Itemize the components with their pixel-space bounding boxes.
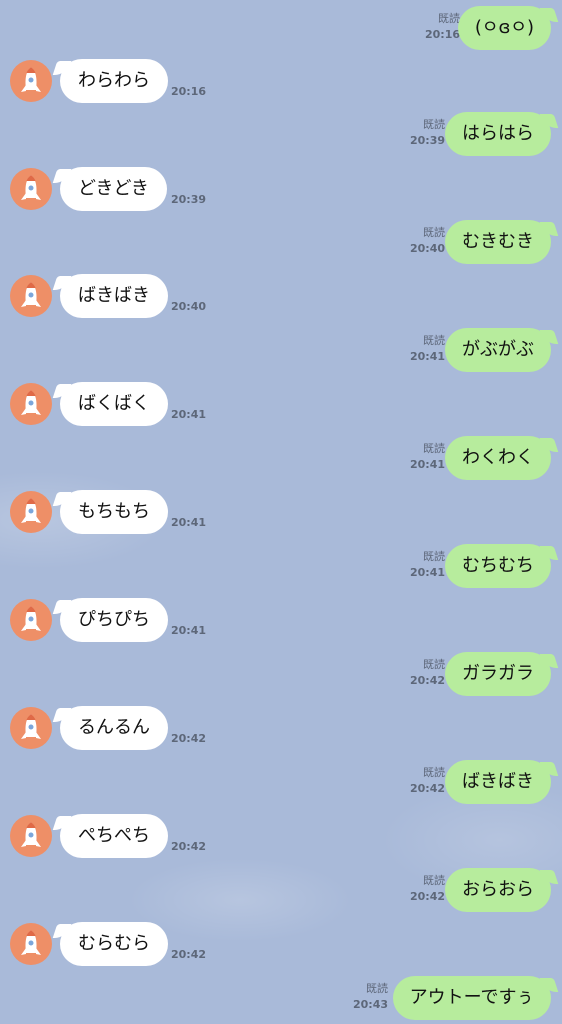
message-time: 20:41 (409, 350, 445, 363)
message-meta: 既読 20:41 (410, 334, 445, 364)
message-meta: 既読 20:42 (410, 874, 445, 904)
rocket-icon (21, 930, 41, 955)
message-time: 20:40 (171, 300, 207, 313)
message-meta: 既読 20:42 (410, 766, 445, 796)
message-row-sent: 既読 20:41 むちむち (0, 540, 562, 592)
message-bubble[interactable]: ぴちぴち (60, 598, 168, 642)
message-meta: 既読 20:42 (410, 658, 445, 688)
message-bubble[interactable]: ぺちぺち (60, 814, 168, 858)
message-bubble[interactable]: むちむち (445, 544, 551, 588)
message-bubble[interactable]: るんるん (60, 706, 168, 750)
message-row-sent: 既読 20:40 むきむき (0, 216, 562, 268)
avatar[interactable] (10, 599, 52, 641)
message-meta: 既読 20:41 (410, 442, 445, 472)
message-bubble[interactable]: はらはら (445, 112, 551, 156)
rocket-icon (21, 67, 41, 92)
chat-area: 既読 20:16 (ㅇɞㅇ) わらわら 20:16 既読 20:39 はらはら (0, 0, 562, 1024)
message-time: 20:41 (171, 624, 207, 637)
avatar[interactable] (10, 707, 52, 749)
message-bubble[interactable]: むらむら (60, 922, 168, 966)
message-time: 20:42 (171, 732, 207, 745)
message-row-received: もちもち 20:41 (0, 486, 562, 538)
read-receipt: 既読 (438, 12, 460, 25)
message-time: 20:40 (409, 242, 445, 255)
read-receipt: 既読 (423, 550, 445, 563)
read-receipt: 既読 (423, 226, 445, 239)
message-bubble[interactable]: (ㅇɞㅇ) (457, 6, 551, 50)
message-time: 20:16 (424, 28, 460, 41)
read-receipt: 既読 (423, 658, 445, 671)
message-bubble[interactable]: おらおら (445, 868, 551, 912)
message-row-received: どきどき 20:39 (0, 163, 562, 215)
message-bubble[interactable]: もちもち (60, 490, 168, 534)
message-bubble[interactable]: わらわら (60, 59, 168, 103)
message-time: 20:41 (171, 516, 207, 529)
avatar[interactable] (10, 491, 52, 533)
avatar[interactable] (10, 60, 52, 102)
message-time: 20:42 (409, 890, 445, 903)
rocket-icon (21, 282, 41, 307)
message-bubble[interactable]: わくわく (445, 436, 551, 480)
message-time: 20:42 (171, 948, 207, 961)
avatar[interactable] (10, 383, 52, 425)
message-time: 20:39 (171, 193, 207, 206)
read-receipt: 既読 (423, 442, 445, 455)
message-row-received: ぴちぴち 20:41 (0, 594, 562, 646)
rocket-icon (21, 714, 41, 739)
message-bubble[interactable]: がぶがぶ (445, 328, 551, 372)
message-bubble[interactable]: ばきばき (60, 274, 168, 318)
message-time: 20:39 (409, 134, 445, 147)
message-row-sent: 既読 20:16 (ㅇɞㅇ) (0, 2, 562, 54)
message-bubble[interactable]: ガラガラ (445, 652, 551, 696)
message-row-received: るんるん 20:42 (0, 702, 562, 754)
message-row-received: わらわら 20:16 (0, 55, 562, 107)
read-receipt: 既読 (423, 334, 445, 347)
rocket-icon (21, 606, 41, 631)
message-meta: 既読 20:43 (353, 982, 388, 1012)
message-row-sent: 既読 20:39 はらはら (0, 108, 562, 160)
message-meta: 既読 20:16 (425, 12, 460, 42)
message-row-received: ぺちぺち 20:42 (0, 810, 562, 862)
rocket-icon (21, 175, 41, 200)
rocket-icon (21, 390, 41, 415)
message-meta: 既読 20:41 (410, 550, 445, 580)
message-row-received: ばきばき 20:40 (0, 270, 562, 322)
message-time: 20:43 (352, 998, 388, 1011)
message-bubble[interactable]: ばきばき (445, 760, 551, 804)
message-row-received: ばくばく 20:41 (0, 378, 562, 430)
rocket-icon (21, 822, 41, 847)
message-row-sent: 既読 20:42 ガラガラ (0, 648, 562, 700)
avatar[interactable] (10, 168, 52, 210)
message-row-sent: 既読 20:42 おらおら (0, 864, 562, 916)
read-receipt: 既読 (423, 874, 445, 887)
message-row-sent: 既読 20:42 ばきばき (0, 756, 562, 808)
message-row-sent: 既読 20:41 がぶがぶ (0, 324, 562, 376)
avatar[interactable] (10, 923, 52, 965)
message-meta: 既読 20:40 (410, 226, 445, 256)
message-bubble[interactable]: むきむき (445, 220, 551, 264)
rocket-icon (21, 498, 41, 523)
message-time: 20:41 (409, 566, 445, 579)
message-meta: 既読 20:39 (410, 118, 445, 148)
message-time: 20:42 (171, 840, 207, 853)
avatar[interactable] (10, 275, 52, 317)
message-time: 20:16 (171, 85, 207, 98)
message-bubble[interactable]: どきどき (60, 167, 167, 211)
message-time: 20:42 (409, 674, 445, 687)
read-receipt: 既読 (423, 118, 445, 131)
message-row-sent: 既読 20:43 アウトーですぅ (0, 972, 562, 1024)
message-time: 20:41 (409, 458, 445, 471)
message-bubble[interactable]: ばくばく (60, 382, 168, 426)
message-bubble[interactable]: アウトーですぅ (392, 976, 551, 1020)
avatar[interactable] (10, 815, 52, 857)
message-time: 20:42 (409, 782, 445, 795)
message-time: 20:41 (171, 408, 207, 421)
read-receipt: 既読 (423, 766, 445, 779)
read-receipt: 既読 (366, 982, 388, 995)
message-row-received: むらむら 20:42 (0, 918, 562, 970)
message-row-sent: 既読 20:41 わくわく (0, 432, 562, 484)
